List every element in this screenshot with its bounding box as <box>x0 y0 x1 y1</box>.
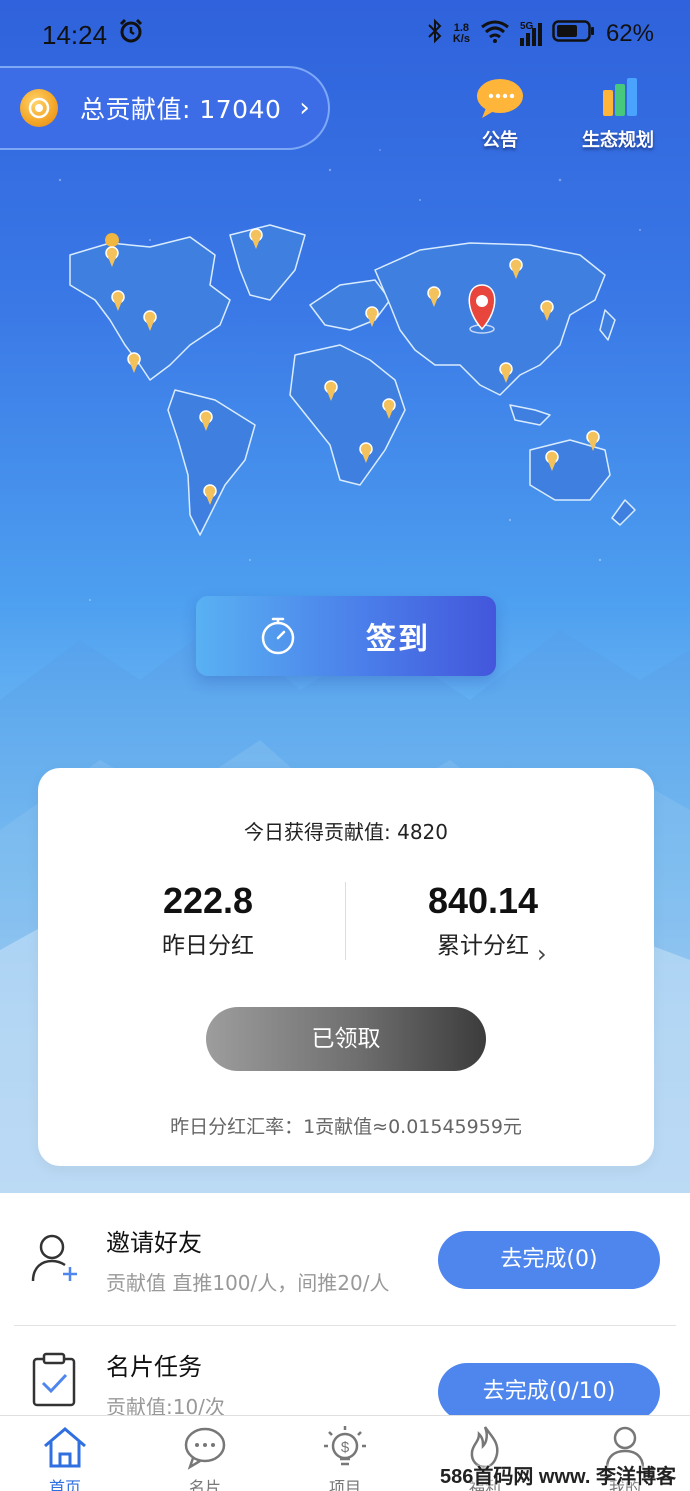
lightbulb-icon: $ <box>324 1426 366 1466</box>
tab-business-card[interactable]: 名片 <box>160 1424 250 1491</box>
wifi-icon <box>480 19 510 49</box>
status-time: 14:24 <box>42 20 108 50</box>
alarm-icon <box>118 18 144 50</box>
bluetooth-icon <box>427 18 443 50</box>
claimed-button[interactable]: 已领取 <box>206 1007 486 1071</box>
tab-label: 首页 <box>48 1478 81 1491</box>
signal-type: 5G <box>519 20 534 32</box>
today-contribution: 今日获得贡献值: 4820 <box>244 820 448 844</box>
total-dividend[interactable]: 840.14 累计分红 › <box>333 880 633 968</box>
total-contribution-button[interactable]: 总贡献值: 17040 › <box>0 66 330 150</box>
total-contribution-label: 总贡献值: 17040 <box>80 95 282 124</box>
announcement-button[interactable]: 公告 <box>472 76 528 152</box>
tab-projects[interactable]: $ 项目 <box>300 1424 390 1491</box>
battery-percent: 62% <box>605 20 654 47</box>
bar-chart-icon <box>603 78 637 116</box>
checkin-label: 签到 <box>366 622 430 657</box>
task-title: 邀请好友 <box>106 1229 202 1257</box>
task-complete-button[interactable]: 去完成(0) <box>438 1231 660 1289</box>
home-icon <box>44 1427 86 1468</box>
clipboard-check-icon <box>30 1351 80 1411</box>
speech-bubble-icon <box>477 79 523 118</box>
ecosystem-plan-label: 生态规划 <box>582 130 654 151</box>
task-list: 邀请好友 贡献值 直推100/人，间推20/人 去完成(0) 名片任务 贡献值:… <box>0 1193 690 1423</box>
net-speed-unit: K/s <box>452 33 470 45</box>
tab-home[interactable]: 首页 <box>20 1424 110 1491</box>
task-title: 名片任务 <box>106 1353 202 1381</box>
world-map <box>40 215 650 545</box>
checkin-button[interactable]: 签到 <box>196 596 496 676</box>
net-speed: 1.8 K/s <box>453 23 470 45</box>
announcement-label: 公告 <box>482 130 518 151</box>
task-complete-button[interactable]: 去完成(0/10) <box>438 1363 660 1421</box>
chevron-right-icon: › <box>299 93 310 123</box>
add-user-icon <box>30 1231 82 1289</box>
total-dividend-value: 840.14 <box>427 880 539 921</box>
coin-icon <box>20 89 58 127</box>
chat-icon <box>184 1427 226 1470</box>
battery-icon <box>552 19 596 49</box>
dividend-summary-card: 今日获得贡献值: 4820 222.8 昨日分红 840.14 累计分红 › 已… <box>38 768 654 1166</box>
svg-text:$: $ <box>341 1439 350 1456</box>
cellular-signal-icon: 5G <box>519 20 542 46</box>
task-invite-friends: 邀请好友 贡献值 直推100/人，间推20/人 去完成(0) <box>0 1193 690 1323</box>
ecosystem-plan-button[interactable]: 生态规划 <box>582 76 654 152</box>
status-bar: 14:24 1.8 K/s 5G 62% <box>0 0 690 66</box>
task-desc: 贡献值 直推100/人，间推20/人 <box>106 1271 390 1295</box>
stopwatch-icon <box>258 616 298 660</box>
yesterday-dividend: 222.8 昨日分红 <box>58 880 358 960</box>
total-dividend-label: 累计分红 <box>437 933 529 959</box>
tab-label: 名片 <box>188 1478 221 1491</box>
task-divider <box>14 1325 676 1326</box>
chevron-right-icon: › <box>537 940 547 968</box>
tab-label: 项目 <box>328 1478 361 1491</box>
yesterday-dividend-value: 222.8 <box>162 880 254 921</box>
yesterday-dividend-label: 昨日分红 <box>162 933 254 959</box>
watermark-text: 586首码网 www. 李洋博客 <box>440 1466 676 1488</box>
dividend-rate: 昨日分红汇率：1贡献值≈0.01545959元 <box>170 1116 522 1138</box>
